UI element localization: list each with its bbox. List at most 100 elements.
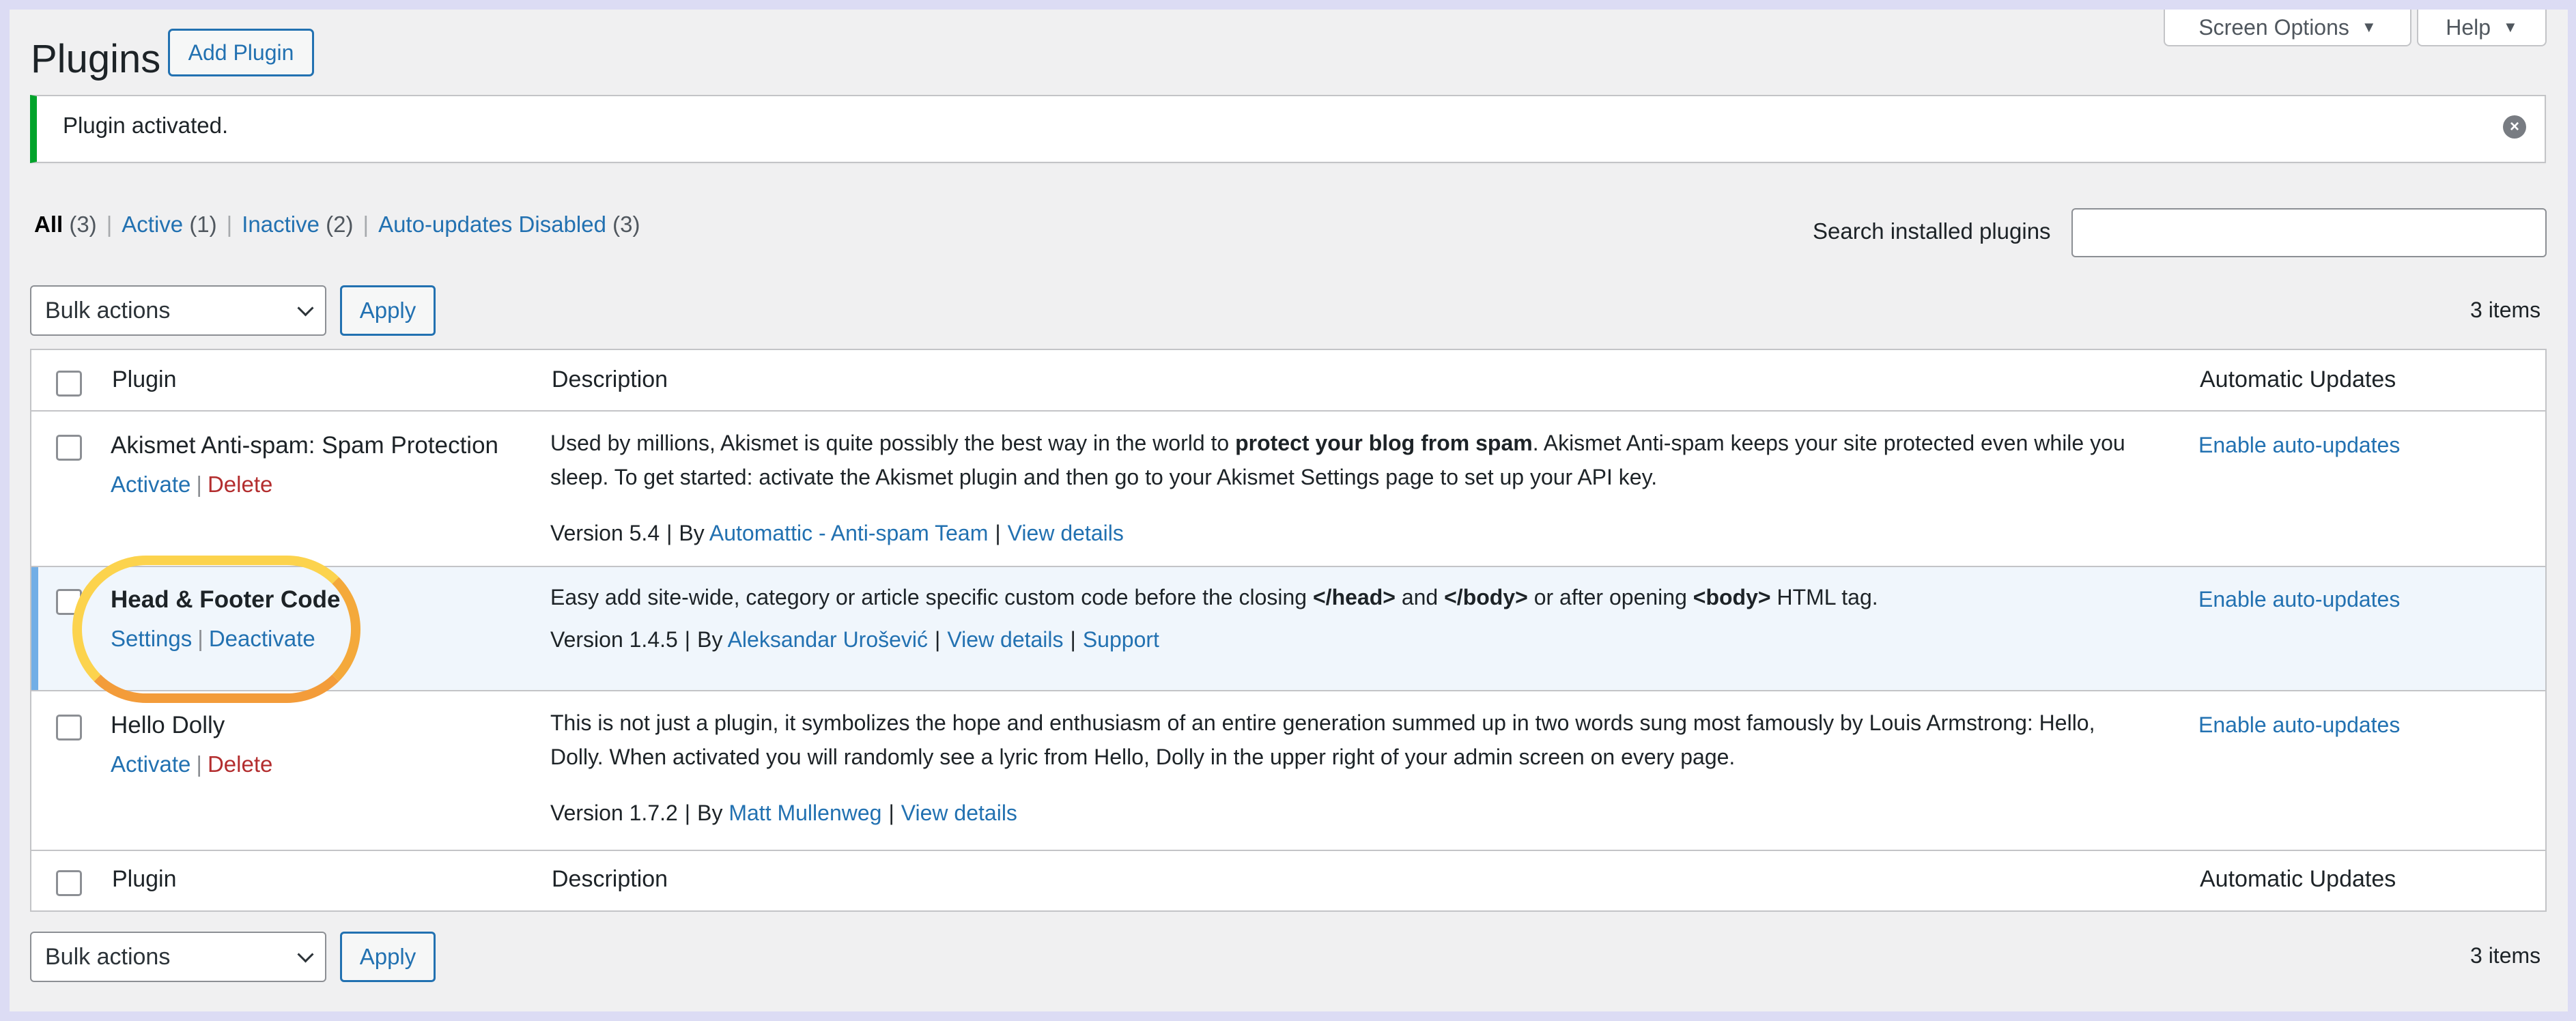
table-row: Hello Dolly Activate | Delete This is not … xyxy=(31,691,2545,848)
enable-auto-updates-link[interactable]: Enable auto-updates xyxy=(2198,713,2400,738)
meta-separator: | xyxy=(935,627,941,652)
description-bold: <body> xyxy=(1693,585,1771,609)
description-bold: </head> xyxy=(1312,585,1396,609)
plugin-description: This is not just a plugin, it symbolizes… xyxy=(550,706,2141,774)
plugin-meta: Version 5.4 | By Automattic - Anti-spam Te… xyxy=(550,521,1124,546)
column-footer-description: Description xyxy=(552,866,668,892)
chevron-down-icon xyxy=(297,299,314,317)
filter-all-count: (3) xyxy=(69,212,97,237)
row-checkbox[interactable] xyxy=(56,715,82,740)
bulk-actions-select-top[interactable]: Bulk actions xyxy=(30,285,326,336)
action-separator: | xyxy=(196,751,202,777)
description-text: or after opening xyxy=(1527,585,1693,609)
bulk-actions-value: Bulk actions xyxy=(45,943,171,970)
filter-active-count: (1) xyxy=(189,212,217,237)
plugin-version: Version 1.7.2 xyxy=(550,801,678,825)
plugin-name: Hello Dolly xyxy=(111,712,225,738)
view-details-link[interactable]: View details xyxy=(901,801,1017,825)
author-link[interactable]: Aleksandar Urošević xyxy=(728,627,928,652)
by-label: By xyxy=(679,521,705,545)
activate-link[interactable]: Activate xyxy=(111,472,190,497)
row-actions: Settings | Deactivate xyxy=(111,626,315,652)
description-text: and xyxy=(1395,585,1445,609)
wp-admin-content: Screen Options ▼ Help ▼ Plugins Add Plug… xyxy=(10,10,2568,1011)
plugin-version: Version 1.4.5 xyxy=(550,627,678,652)
plugin-meta: Version 1.7.2 | By Matt Mullenweg | View det… xyxy=(550,801,1017,826)
settings-link[interactable]: Settings xyxy=(111,626,192,651)
select-all-checkbox[interactable] xyxy=(56,371,82,397)
view-details-link[interactable]: View details xyxy=(947,627,1063,652)
search-plugins-input[interactable] xyxy=(2071,208,2547,257)
meta-separator: | xyxy=(666,521,673,545)
delete-link[interactable]: Delete xyxy=(208,472,272,497)
description-text: Used by millions, Akismet is quite possi… xyxy=(550,431,1236,455)
by-label: By xyxy=(697,801,723,825)
meta-separator: | xyxy=(684,801,691,825)
deactivate-link[interactable]: Deactivate xyxy=(209,626,315,651)
description-text: This is not just a plugin, it symbolizes… xyxy=(550,710,2095,769)
support-link[interactable]: Support xyxy=(1083,627,1159,652)
column-footer-automatic-updates: Automatic Updates xyxy=(2200,866,2396,892)
filter-separator: | xyxy=(106,212,113,237)
search-label: Search installed plugins xyxy=(1813,218,2051,244)
bulk-actions-value: Bulk actions xyxy=(45,297,171,323)
apply-button-bottom[interactable]: Apply xyxy=(340,932,436,982)
plugin-meta: Version 1.4.5 | By Aleksandar Urošević | Vie… xyxy=(550,627,1159,652)
items-count-top: 3 items xyxy=(2470,298,2541,322)
filter-inactive[interactable]: Inactive xyxy=(242,212,320,237)
delete-link[interactable]: Delete xyxy=(208,751,272,777)
plugin-status-filters: All (3) | Active (1) | Inactive (2) | Auto-upd… xyxy=(34,212,640,238)
items-count-bottom: 3 items xyxy=(2470,943,2541,968)
success-notice: Plugin activated. × xyxy=(30,95,2546,163)
meta-separator: | xyxy=(888,801,894,825)
filter-all[interactable]: All xyxy=(34,212,63,237)
filter-separator: | xyxy=(226,212,233,237)
description-bold: </body> xyxy=(1444,585,1528,609)
filter-inactive-count: (2) xyxy=(326,212,354,237)
meta-separator: | xyxy=(684,627,691,652)
enable-auto-updates-link[interactable]: Enable auto-updates xyxy=(2198,587,2400,612)
page-title: Plugins xyxy=(31,37,161,81)
triangle-down-icon: ▼ xyxy=(2503,18,2518,35)
column-footer-plugin: Plugin xyxy=(112,866,177,892)
filter-active[interactable]: Active xyxy=(122,212,183,237)
row-checkbox[interactable] xyxy=(56,589,82,615)
meta-separator: | xyxy=(1070,627,1076,652)
by-label: By xyxy=(697,627,723,652)
add-plugin-button[interactable]: Add Plugin xyxy=(168,29,314,76)
plugin-version: Version 5.4 xyxy=(550,521,660,545)
select-all-checkbox-footer[interactable] xyxy=(56,870,82,896)
filter-separator: | xyxy=(363,212,369,237)
row-actions: Activate | Delete xyxy=(111,472,272,498)
footer-divider xyxy=(31,850,2545,851)
bulk-actions-select-bottom[interactable]: Bulk actions xyxy=(30,932,326,982)
column-header-description: Description xyxy=(552,366,668,392)
action-separator: | xyxy=(196,472,202,497)
activate-link[interactable]: Activate xyxy=(111,751,190,777)
column-header-automatic-updates: Automatic Updates xyxy=(2200,366,2396,392)
help-button[interactable]: Help ▼ xyxy=(2417,10,2547,46)
view-details-link[interactable]: View details xyxy=(1008,521,1124,545)
column-header-plugin: Plugin xyxy=(112,366,177,392)
enable-auto-updates-link[interactable]: Enable auto-updates xyxy=(2198,433,2400,458)
filter-auto-updates-disabled[interactable]: Auto-updates Disabled xyxy=(378,212,606,237)
author-link[interactable]: Automattic - Anti-spam Team xyxy=(709,521,988,545)
description-bold: protect your blog from spam xyxy=(1235,431,1533,455)
row-actions: Activate | Delete xyxy=(111,751,272,777)
screen-options-label: Screen Options xyxy=(2198,14,2349,40)
screen-options-button[interactable]: Screen Options ▼ xyxy=(2164,10,2411,46)
action-separator: | xyxy=(197,626,203,651)
plugin-description: Used by millions, Akismet is quite possi… xyxy=(550,426,2141,494)
author-link[interactable]: Matt Mullenweg xyxy=(728,801,881,825)
chevron-down-icon xyxy=(297,945,314,963)
plugin-name: Akismet Anti-spam: Spam Protection xyxy=(111,432,498,459)
description-text: HTML tag. xyxy=(1770,585,1878,609)
dismiss-icon[interactable]: × xyxy=(2503,115,2526,139)
apply-button-top[interactable]: Apply xyxy=(340,285,436,336)
notice-text: Plugin activated. xyxy=(63,113,229,138)
plugin-name: Head & Footer Code xyxy=(111,586,341,613)
filter-auto-updates-count: (3) xyxy=(612,212,640,237)
row-checkbox[interactable] xyxy=(56,435,82,461)
description-text: Easy add site-wide, category or article … xyxy=(550,585,1313,609)
plugins-table: Plugin Description Automatic Updates Aki… xyxy=(30,349,2547,912)
